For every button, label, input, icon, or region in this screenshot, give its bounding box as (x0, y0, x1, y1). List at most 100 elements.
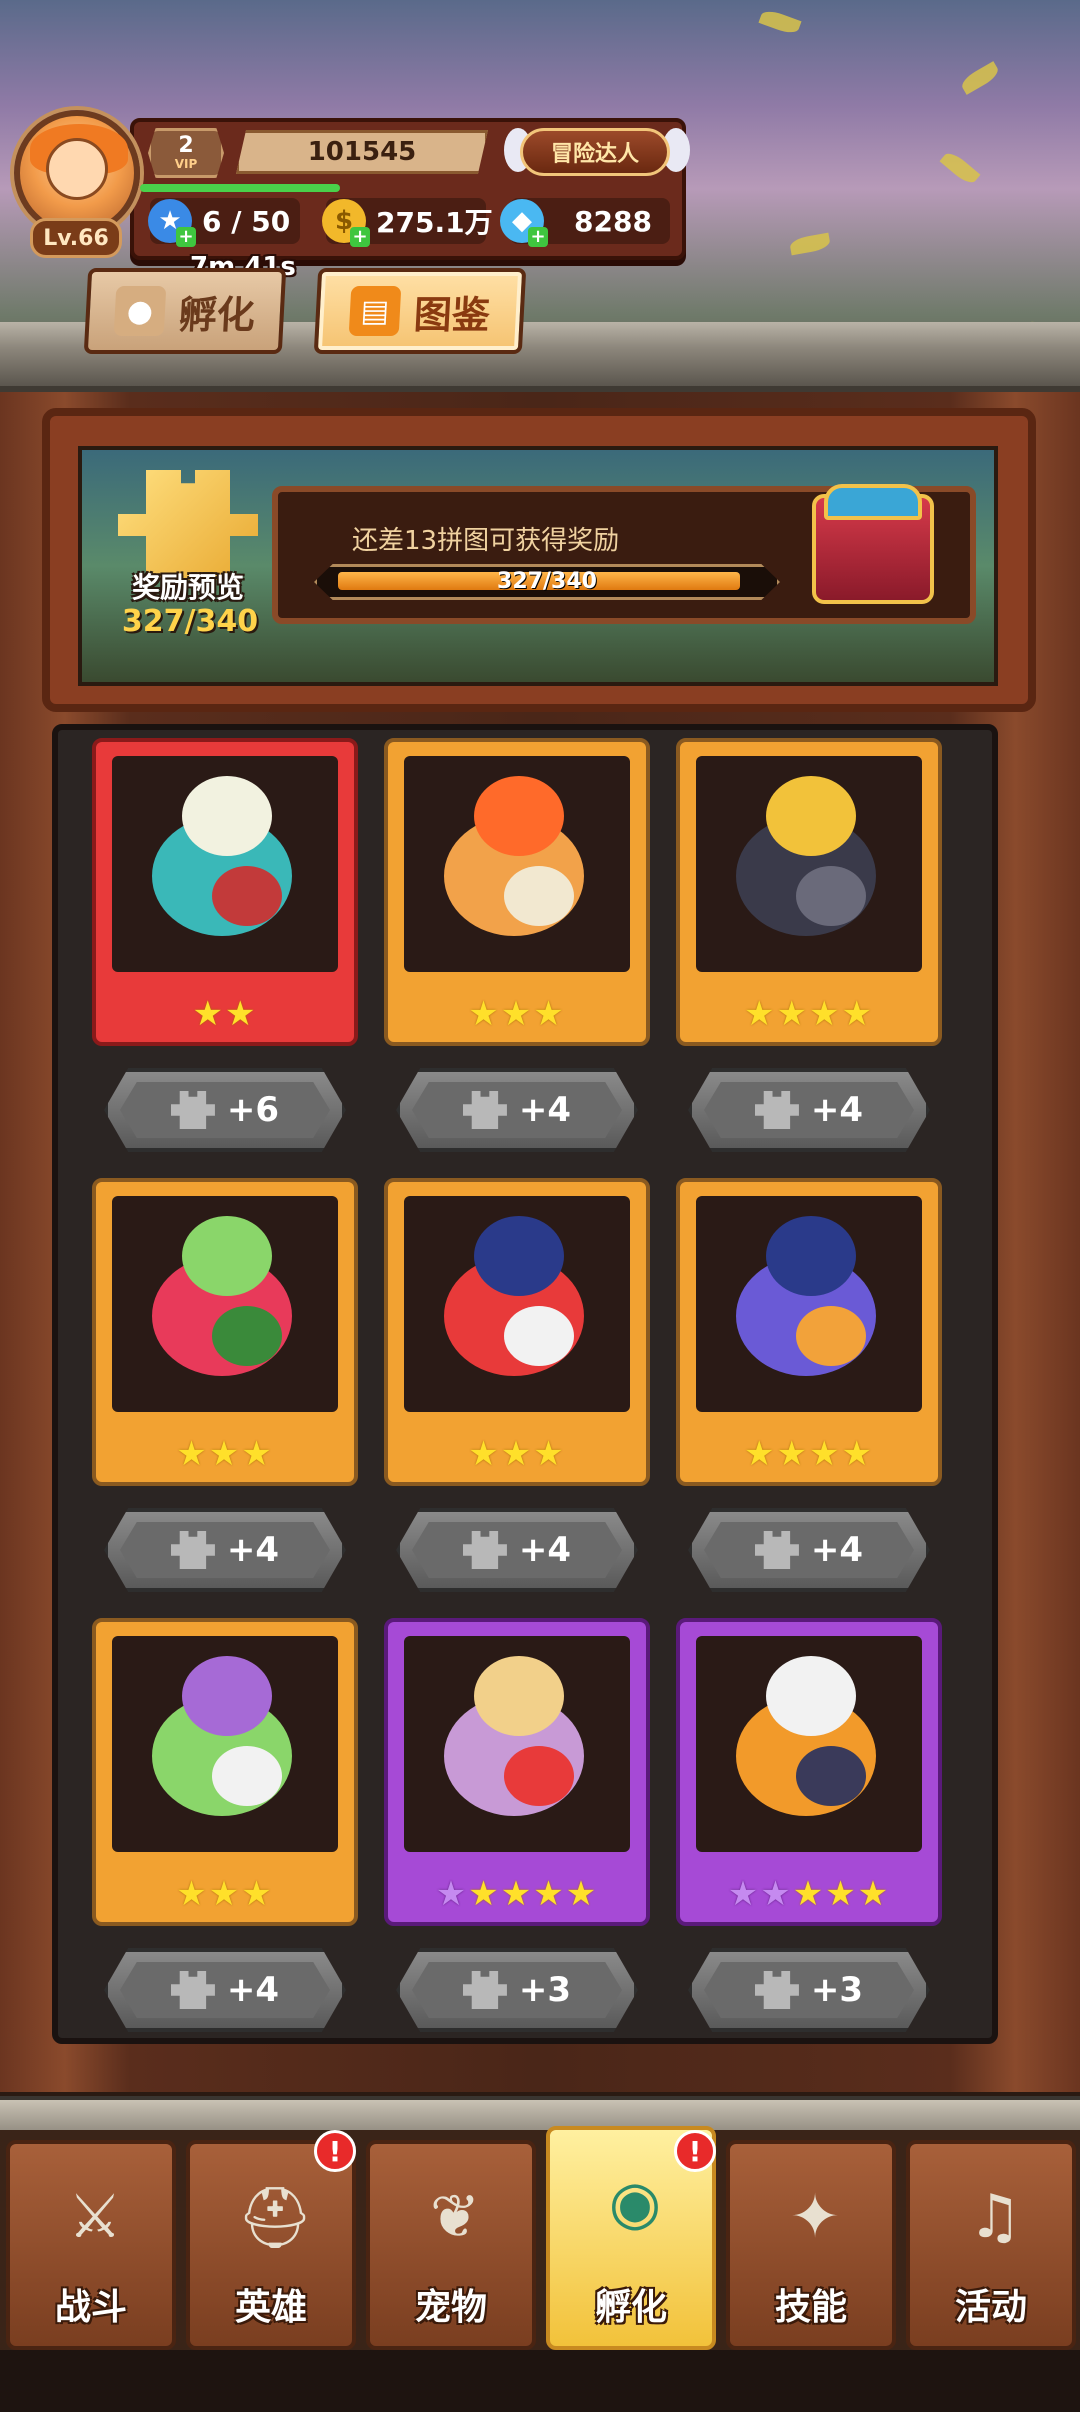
pet-star-rating: ★★★ (388, 1434, 646, 1474)
pet-art-shape (796, 1746, 866, 1806)
add-gems-icon[interactable]: + (528, 227, 548, 247)
book-icon: ▤ (348, 286, 402, 336)
puzzle-piece-button[interactable]: +6 (104, 1068, 346, 1152)
energy-stat[interactable]: ★ + 6 / 50 (148, 198, 290, 247)
pet-art-shape (796, 866, 866, 926)
pet-star-rating: ★★ (96, 994, 354, 1034)
puzzle-piece-button-inner (120, 1082, 330, 1138)
puzzle-piece-button[interactable]: +4 (688, 1508, 930, 1592)
puzzle-piece-count: +3 (810, 1970, 864, 2010)
puzzle-piece-button[interactable]: +3 (396, 1948, 638, 2032)
pet-portrait (696, 1196, 922, 1412)
vip-level: 2 (178, 133, 194, 158)
pet-card[interactable]: ★★ (92, 738, 358, 1046)
reward-preview-label[interactable]: 奖励预览 (118, 566, 258, 606)
star-icon: ★ (225, 994, 258, 1034)
nav-item-5[interactable]: ♫ 活动 (906, 2140, 1076, 2350)
nav-label: 技能 (774, 2287, 847, 2328)
star-icon: ★ (776, 994, 809, 1034)
pet-card[interactable]: ★★★ (92, 1178, 358, 1486)
pet-art-shape (766, 1216, 856, 1296)
star-icon: ★ (468, 1434, 501, 1474)
pet-card[interactable]: ★★★ (384, 1178, 650, 1486)
puzzle-piece-button-inner (704, 1082, 914, 1138)
nav-label: 活动 (954, 2287, 1027, 2328)
pet-card[interactable]: ★★★ (92, 1618, 358, 1926)
pet-portrait (404, 1196, 630, 1412)
player-title-badge[interactable]: 冒险达人 (520, 128, 670, 176)
gems-value: 8288 (574, 204, 652, 238)
puzzle-piece-button-inner (704, 1522, 914, 1578)
star-icon: ★ (500, 1874, 534, 1914)
tab-hatch[interactable]: ● 孵化 (83, 268, 287, 354)
puzzle-piece-button-inner (412, 1962, 622, 2018)
nav-label: 英雄 (234, 2287, 307, 2328)
star-icon: ★ (533, 1874, 566, 1914)
puzzle-piece-button[interactable]: +4 (688, 1068, 930, 1152)
pet-star-rating: ★★★ (96, 1874, 354, 1914)
pet-card[interactable]: ★★★★★ (384, 1618, 650, 1926)
reward-progress-value: 327/340 (497, 569, 597, 594)
pet-art-shape (474, 1216, 564, 1296)
pet-star-rating: ★★★★★ (388, 1874, 646, 1914)
pet-card[interactable]: ★★★ (384, 738, 650, 1046)
nav-item-0[interactable]: ⚔ 战斗 (6, 2140, 176, 2350)
star-icon: ★ (435, 1874, 469, 1914)
star-icon: ★ (468, 1874, 501, 1914)
star-icon: ★ (208, 1874, 242, 1914)
star-icon: ★ (809, 994, 842, 1034)
star-icon: ★ (192, 994, 225, 1034)
tab-hatch-label: 孵化 (177, 292, 256, 337)
pet-art-shape (212, 1746, 282, 1806)
gold-value: 275.1万 (376, 206, 493, 239)
star-icon: ★ (533, 994, 566, 1034)
pet-star-rating: ★★★★ (680, 1434, 938, 1474)
add-energy-icon[interactable]: + (176, 227, 196, 247)
pet-portrait (112, 1196, 338, 1412)
pet-art-shape (504, 1746, 574, 1806)
star-icon: ★ (841, 994, 874, 1034)
puzzle-piece-button[interactable]: +4 (396, 1068, 638, 1152)
nav-label: 宠物 (414, 2287, 487, 2328)
pet-art-shape (182, 1656, 272, 1736)
tab-codex[interactable]: ▤ 图鉴 (313, 268, 527, 354)
reward-count: 327/340 (121, 604, 259, 639)
vip-badge[interactable]: 2 VIP (148, 128, 224, 178)
pet-portrait (696, 756, 922, 972)
puzzle-piece-count: +4 (810, 1090, 864, 1130)
star-icon: ★ (744, 994, 777, 1034)
puzzle-piece-button[interactable]: +3 (688, 1948, 930, 2032)
nav-item-4[interactable]: ✦ 技能 (726, 2140, 896, 2350)
star-icon: ★ (241, 1874, 274, 1914)
pet-portrait (112, 1636, 338, 1852)
puzzle-piece-button-inner (704, 1962, 914, 2018)
pet-star-rating: ★★★★ (680, 994, 938, 1034)
star-icon: ★ (176, 1434, 209, 1474)
star-icon: ★ (241, 1434, 274, 1474)
alert-badge-icon: ! (674, 2130, 716, 2172)
pet-art-shape (182, 1216, 272, 1296)
gem-icon: ◆ + (500, 199, 548, 247)
avatar-face (46, 138, 108, 200)
crossed-swords-icon: ⚔ (68, 2182, 122, 2252)
puzzle-piece-button-inner (120, 1962, 330, 2018)
gold-stat[interactable]: $ + 275.1万 (322, 198, 493, 247)
horn-icon: ♫ (968, 2182, 1022, 2252)
pet-card[interactable]: ★★★★ (676, 1178, 942, 1486)
add-gold-icon[interactable]: + (350, 227, 370, 247)
bottom-strip (0, 2350, 1080, 2412)
star-icon: ★ (500, 1434, 534, 1474)
pet-card[interactable]: ★★★★★ (676, 1618, 942, 1926)
puzzle-piece-button[interactable]: +4 (104, 1948, 346, 2032)
pet-star-rating: ★★★ (388, 994, 646, 1034)
star-icon: ★ (744, 1434, 777, 1474)
pet-card[interactable]: ★★★★ (676, 738, 942, 1046)
puzzle-piece-button[interactable]: +4 (104, 1508, 346, 1592)
gems-stat[interactable]: ◆ + 8288 (500, 198, 652, 247)
player-level-badge: Lv.66 (30, 218, 122, 258)
helmet-icon: ⛑ (236, 2182, 314, 2253)
pet-art-shape (474, 776, 564, 856)
nav-item-2[interactable]: ❦ 宠物 (366, 2140, 536, 2350)
puzzle-piece-button[interactable]: +4 (396, 1508, 638, 1592)
energy-star-icon: ★ + (148, 199, 196, 247)
